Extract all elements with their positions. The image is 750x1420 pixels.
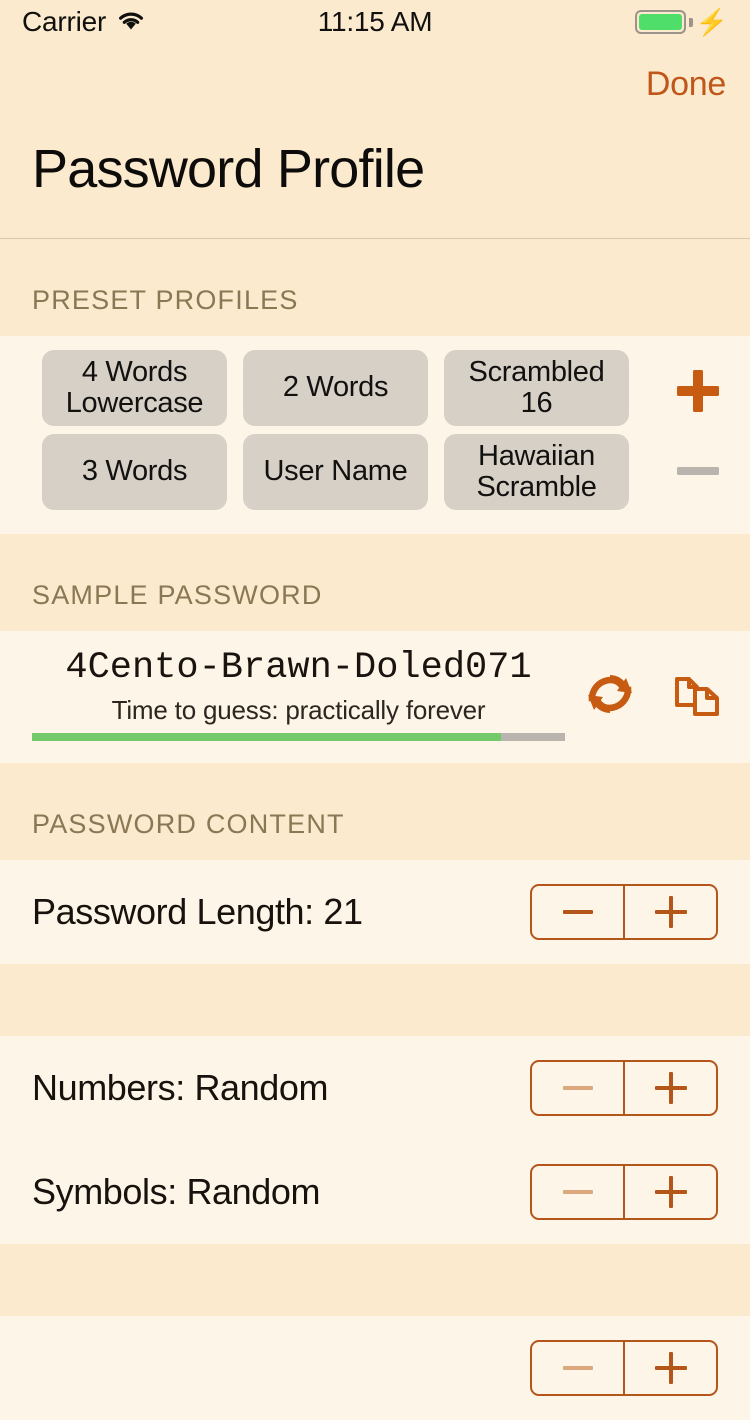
password-length-increment-button[interactable] — [625, 886, 716, 938]
battery-icon — [634, 10, 686, 34]
minus-icon — [562, 1086, 593, 1090]
preset-chip[interactable]: Scrambled 16 — [444, 350, 629, 426]
page-title: Password Profile — [32, 139, 425, 199]
settings-list: PRESET PROFILES 4 Words Lowercase 2 Word… — [0, 239, 750, 1420]
plus-icon — [654, 1072, 687, 1104]
numbers-decrement-button[interactable] — [532, 1062, 625, 1114]
sample-password-group: 4Cento-Brawn-Doled071 Time to guess: pra… — [0, 647, 565, 741]
carrier-group: Carrier — [22, 6, 146, 38]
battery-group: ⚡ — [634, 7, 728, 37]
plus-icon — [654, 1176, 687, 1208]
refresh-button[interactable] — [576, 660, 644, 728]
plus-icon — [676, 369, 719, 415]
minus-icon — [562, 1190, 593, 1194]
preset-chip[interactable]: 3 Words — [42, 434, 227, 510]
numbers-increment-button[interactable] — [625, 1062, 716, 1114]
refresh-icon — [582, 675, 638, 725]
preset-profiles-cell: 4 Words Lowercase 2 Words Scrambled 16 6… — [0, 336, 750, 534]
plus-icon — [654, 896, 687, 928]
strength-meter-track — [32, 733, 565, 741]
next-increment-button[interactable] — [625, 1342, 716, 1394]
preset-chip[interactable]: 2 Words — [243, 350, 428, 426]
sample-password-value[interactable]: 4Cento-Brawn-Doled071 — [32, 647, 565, 695]
section-gap — [0, 1244, 750, 1316]
row-next-partial — [0, 1316, 750, 1420]
row-label: Password Length: 21 — [32, 891, 363, 932]
wifi-icon — [116, 9, 146, 36]
nav-actions: Done — [22, 44, 728, 124]
password-length-stepper[interactable] — [530, 884, 718, 940]
symbols-decrement-button[interactable] — [532, 1166, 625, 1218]
preset-chip-grid[interactable]: 4 Words Lowercase 2 Words Scrambled 16 6… — [0, 350, 645, 510]
remove-preset-button[interactable] — [676, 430, 719, 514]
minus-icon — [562, 910, 593, 914]
section-gap — [0, 964, 750, 1036]
symbols-increment-button[interactable] — [625, 1166, 716, 1218]
section-header-password-content: PASSWORD CONTENT — [0, 763, 750, 860]
next-stepper[interactable] — [530, 1340, 718, 1396]
password-length-decrement-button[interactable] — [532, 886, 625, 938]
section-header-preset-profiles: PRESET PROFILES — [0, 239, 750, 336]
minus-icon — [562, 1366, 593, 1370]
section-header-sample-password: SAMPLE PASSWORD — [0, 534, 750, 631]
preset-chip[interactable]: User Name — [243, 434, 428, 510]
status-bar: Carrier 11:15 AM ⚡ — [0, 0, 750, 44]
navigation-bar: Done Password Profile — [0, 44, 750, 239]
preset-stepper-group — [645, 350, 750, 514]
numbers-stepper[interactable] — [530, 1060, 718, 1116]
row-symbols: Symbols: Random — [0, 1140, 750, 1244]
copy-icon — [671, 677, 725, 724]
preset-chip[interactable]: 4 Words Lowercase — [42, 350, 227, 426]
done-button[interactable]: Done — [644, 61, 728, 108]
sample-password-cell: 4Cento-Brawn-Doled071 Time to guess: pra… — [0, 631, 750, 763]
copy-button[interactable] — [665, 661, 731, 727]
carrier-label: Carrier — [22, 6, 107, 37]
preset-wrap: 4 Words Lowercase 2 Words Scrambled 16 6… — [0, 350, 750, 514]
row-numbers: Numbers: Random — [0, 1036, 750, 1140]
next-decrement-button[interactable] — [532, 1342, 625, 1394]
battery-fill — [638, 14, 682, 30]
row-label: Symbols: Random — [32, 1171, 321, 1212]
symbols-stepper[interactable] — [530, 1164, 718, 1220]
time-to-guess-label: Time to guess: practically forever — [111, 695, 486, 725]
add-preset-button[interactable] — [676, 354, 719, 430]
strength-meter-fill — [32, 733, 502, 741]
row-password-length: Password Length: 21 — [0, 860, 750, 964]
row-label: Numbers: Random — [32, 1067, 329, 1108]
lightning-bolt-icon: ⚡ — [695, 7, 728, 37]
minus-icon — [676, 465, 719, 480]
preset-chip[interactable]: Hawaiian Scramble — [444, 434, 629, 510]
plus-icon — [654, 1352, 687, 1384]
sample-password-actions — [565, 660, 750, 728]
battery-nub — [688, 17, 693, 27]
